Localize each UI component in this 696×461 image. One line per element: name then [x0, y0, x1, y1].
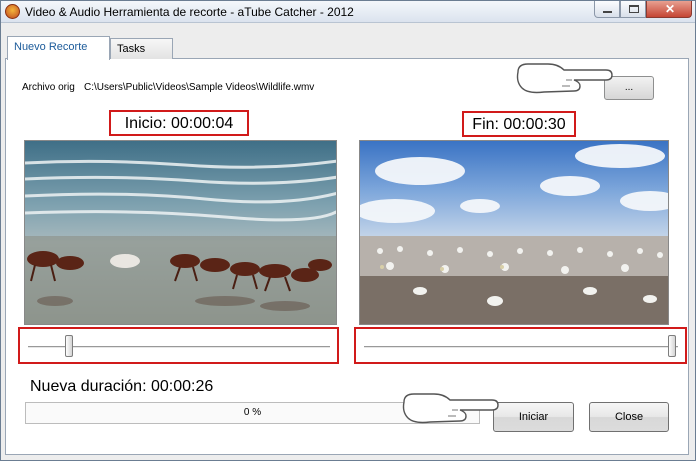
close-button[interactable]: Close — [589, 402, 669, 432]
birds-frame-image — [360, 141, 668, 324]
app-icon — [5, 4, 20, 19]
end-slider-track[interactable] — [364, 346, 678, 349]
close-icon: ✕ — [665, 2, 676, 16]
maximize-button[interactable] — [620, 1, 646, 18]
title-bar: Video & Audio Herramienta de recorte - a… — [1, 1, 695, 23]
start-slider-track[interactable] — [28, 346, 330, 349]
end-slider-thumb[interactable] — [668, 335, 676, 357]
start-slider-box — [18, 327, 339, 364]
tab-nuevo-recorte[interactable]: Nuevo Recorte — [7, 36, 110, 60]
pointing-hand-icon — [402, 393, 499, 424]
end-frame-preview — [359, 140, 669, 325]
minimize-icon — [603, 11, 612, 13]
close-window-button[interactable]: ✕ — [646, 1, 692, 18]
maximize-icon — [629, 5, 639, 13]
start-button[interactable]: Iniciar — [493, 402, 574, 432]
tab-tasks[interactable]: Tasks — [110, 38, 173, 59]
new-duration-label: Nueva duración: 00:00:26 — [30, 378, 214, 395]
end-time-label: Fin: 00:00:30 — [462, 111, 576, 137]
minimize-button[interactable] — [594, 1, 620, 18]
start-frame-preview — [24, 140, 337, 325]
pointing-hand-icon — [516, 63, 613, 94]
start-slider-thumb[interactable] — [65, 335, 73, 357]
start-time-label: Inicio: 00:00:04 — [109, 110, 249, 136]
source-file-label: Archivo orig — [22, 82, 75, 93]
end-slider-box — [354, 327, 687, 364]
horses-frame-image — [25, 141, 336, 324]
window-title: Video & Audio Herramienta de recorte - a… — [25, 5, 354, 19]
